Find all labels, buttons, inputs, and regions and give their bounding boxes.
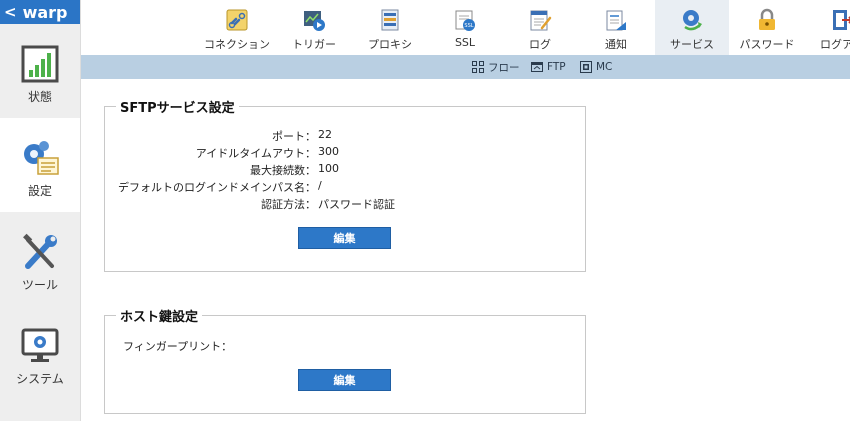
sidebar-item-label: 設定: [27, 184, 52, 198]
status-chart-icon: [21, 45, 59, 83]
connection-icon: [226, 9, 248, 31]
tab-label: 通知: [605, 38, 627, 51]
tab-label: コネクション: [204, 38, 270, 51]
subtab-mc[interactable]: MC: [580, 59, 612, 75]
top-toolbar: コネクション トリガー プロキシ SSL SSL ログ 通知 サービス パスワー…: [81, 0, 850, 55]
logout-icon: [833, 10, 850, 30]
brand-bar[interactable]: < warp: [0, 0, 80, 24]
tools-wrench-icon: [23, 233, 57, 269]
tab-label: トリガー: [292, 38, 336, 51]
sftp-edit-button[interactable]: 編集: [298, 227, 391, 249]
sftp-row-key: 最大接続数：: [250, 164, 316, 177]
subtab-flow[interactable]: フロー: [472, 59, 520, 75]
tab-logout[interactable]: ログアウ: [805, 0, 850, 55]
sftp-settings-title: SFTPサービス設定: [116, 97, 239, 116]
hostkey-edit-button[interactable]: 編集: [298, 369, 391, 391]
sftp-row-value: /: [318, 179, 322, 192]
tab-label: サービス: [670, 38, 714, 51]
tab-log[interactable]: ログ: [503, 0, 577, 55]
sftp-row-key: デフォルトのログインドメインパス名：: [118, 181, 316, 194]
ftp-icon: [531, 62, 543, 72]
hostkey-settings-title: ホスト鍵設定: [116, 306, 203, 325]
subtab-label: MC: [596, 61, 613, 73]
subtab-label: FTP: [547, 61, 566, 73]
system-monitor-icon: [21, 328, 59, 362]
fingerprint-label: フィンガープリント：: [123, 340, 233, 353]
sftp-row-port: ポート：: [104, 128, 316, 143]
password-lock-icon: [759, 8, 775, 30]
hostkey-settings-panel: [104, 315, 586, 414]
tab-ssl[interactable]: SSL SSL: [428, 0, 502, 55]
sftp-row-value: 100: [318, 162, 339, 175]
tab-password[interactable]: パスワード: [730, 0, 804, 55]
tab-label: ログ: [529, 38, 551, 51]
sidebar-item-status[interactable]: 状態: [0, 24, 80, 118]
svg-text:SSL: SSL: [464, 23, 473, 29]
log-icon: [530, 10, 552, 31]
sftp-row-auth-method: 認証方法：: [104, 196, 316, 211]
tab-trigger[interactable]: トリガー: [277, 0, 351, 55]
service-icon: [683, 10, 702, 31]
tab-label: ログアウ: [820, 38, 850, 51]
sftp-row-default-domain-path: デフォルトのログインドメインパス名：: [104, 179, 316, 194]
sidebar-item-label: 状態: [27, 90, 52, 104]
sftp-row-idle-timeout: アイドルタイムアウト：: [104, 145, 316, 160]
back-chevron-icon[interactable]: <: [4, 3, 17, 21]
tab-service[interactable]: サービス: [655, 0, 729, 55]
proxy-icon: [381, 9, 399, 31]
flow-icon: [472, 61, 484, 73]
tab-notification[interactable]: 通知: [579, 0, 653, 55]
sftp-row-key: アイドルタイムアウト：: [195, 147, 316, 160]
sftp-row-value: 300: [318, 145, 339, 158]
tab-connection[interactable]: コネクション: [200, 0, 274, 55]
sftp-row-value: パスワード認証: [318, 198, 395, 211]
tab-label: プロキシ: [368, 38, 412, 51]
sidebar-item-label: ツール: [21, 278, 58, 292]
sftp-row-max-connections: 最大接続数：: [104, 162, 316, 177]
sub-toolbar: フロー FTP MC: [81, 55, 850, 79]
brand-name: warp: [22, 2, 68, 22]
sidebar-item-settings[interactable]: 設定: [0, 118, 80, 212]
sftp-row-key: 認証方法：: [261, 198, 316, 211]
sftp-row-value: 22: [318, 128, 332, 141]
sidebar-item-system[interactable]: システム: [0, 306, 80, 400]
settings-gears-icon: [24, 141, 59, 175]
notification-icon: [606, 10, 626, 31]
mc-icon: [580, 61, 592, 73]
sftp-row-key: ポート：: [272, 130, 316, 143]
trigger-icon: [304, 11, 325, 31]
ssl-icon: SSL: [455, 10, 475, 31]
tab-label: パスワード: [739, 38, 795, 51]
sidebar-item-tools[interactable]: ツール: [0, 212, 80, 306]
subtab-label: フロー: [488, 61, 520, 74]
sidebar: < warp 状態 設定 ツール システム: [0, 0, 81, 421]
subtab-ftp[interactable]: FTP: [531, 59, 566, 75]
tab-proxy[interactable]: プロキシ: [353, 0, 427, 55]
sidebar-item-label: システム: [16, 372, 64, 386]
tab-label: SSL: [454, 36, 476, 49]
app-window: < warp 状態 設定 ツール システム コネクション トリガー プロキシ S…: [0, 0, 850, 421]
